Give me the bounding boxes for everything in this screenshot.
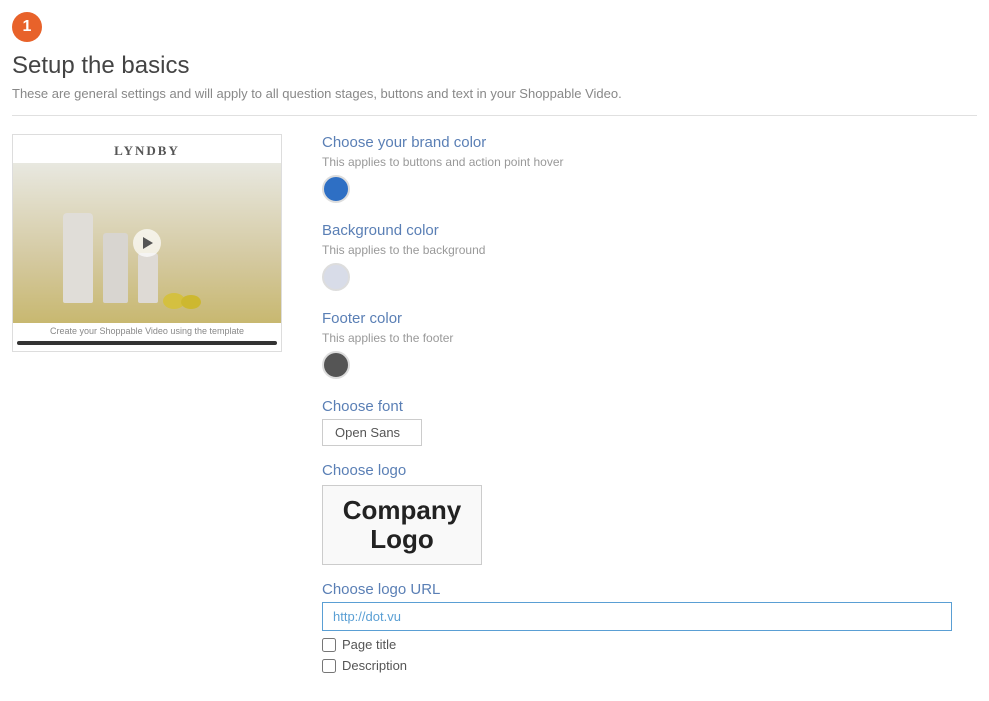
vase-small: [138, 253, 158, 303]
page-subtitle: These are general settings and will appl…: [12, 86, 977, 101]
page-wrapper: 1 Setup the basics These are general set…: [0, 0, 989, 701]
settings-panel: Choose your brand color This applies to …: [322, 134, 977, 689]
page-title-checkbox[interactable]: [322, 638, 336, 652]
logo-url-group: Choose logo URL Page title Description: [322, 581, 977, 673]
vase-medium: [103, 233, 128, 303]
description-checkbox[interactable]: [322, 659, 336, 673]
content-area: LYNDBY Create your Shoppable Video using…: [12, 134, 977, 689]
vase-tall: [63, 213, 93, 303]
preview-panel: LYNDBY Create your Shoppable Video using…: [12, 134, 282, 689]
page-title-checkbox-label: Page title: [342, 637, 396, 652]
preview-image: [13, 163, 281, 323]
footer-color-swatch[interactable]: [322, 351, 350, 379]
brand-color-group: Choose your brand color This applies to …: [322, 134, 977, 206]
footer-color-group: Footer color This applies to the footer: [322, 310, 977, 382]
description-row: Description: [322, 658, 977, 673]
section-divider: [12, 115, 977, 116]
brand-color-description: This applies to buttons and action point…: [322, 155, 977, 169]
logo-url-input[interactable]: [322, 602, 952, 631]
brand-color-swatch[interactable]: [322, 175, 350, 203]
logo-label: Choose logo: [322, 462, 977, 479]
background-color-description: This applies to the background: [322, 243, 977, 257]
preview-brand-name: LYNDBY: [13, 135, 281, 163]
logo-placeholder-text: Company Logo: [343, 496, 461, 553]
font-label: Choose font: [322, 398, 977, 415]
font-group: Choose font Open Sans: [322, 398, 977, 446]
preview-video-area: [13, 163, 281, 323]
logo-url-label: Choose logo URL: [322, 581, 977, 598]
play-button[interactable]: [133, 229, 161, 257]
play-icon: [143, 237, 153, 249]
lemon2: [181, 295, 201, 309]
description-checkbox-label: Description: [342, 658, 407, 673]
logo-group: Choose logo Company Logo: [322, 462, 977, 565]
font-selector[interactable]: Open Sans: [322, 419, 422, 446]
page-title-row: Page title: [322, 637, 977, 652]
background-color-swatch[interactable]: [322, 263, 350, 291]
brand-color-label: Choose your brand color: [322, 134, 977, 151]
step-badge: 1: [12, 12, 42, 42]
background-color-label: Background color: [322, 222, 977, 239]
preview-caption: Create your Shoppable Video using the te…: [13, 323, 281, 339]
preview-container: LYNDBY Create your Shoppable Video using…: [12, 134, 282, 352]
page-title: Setup the basics: [12, 52, 977, 80]
logo-upload-area[interactable]: Company Logo: [322, 485, 482, 565]
footer-color-description: This applies to the footer: [322, 331, 977, 345]
footer-color-label: Footer color: [322, 310, 977, 327]
preview-progress-bar: [17, 341, 277, 345]
background-color-group: Background color This applies to the bac…: [322, 222, 977, 294]
